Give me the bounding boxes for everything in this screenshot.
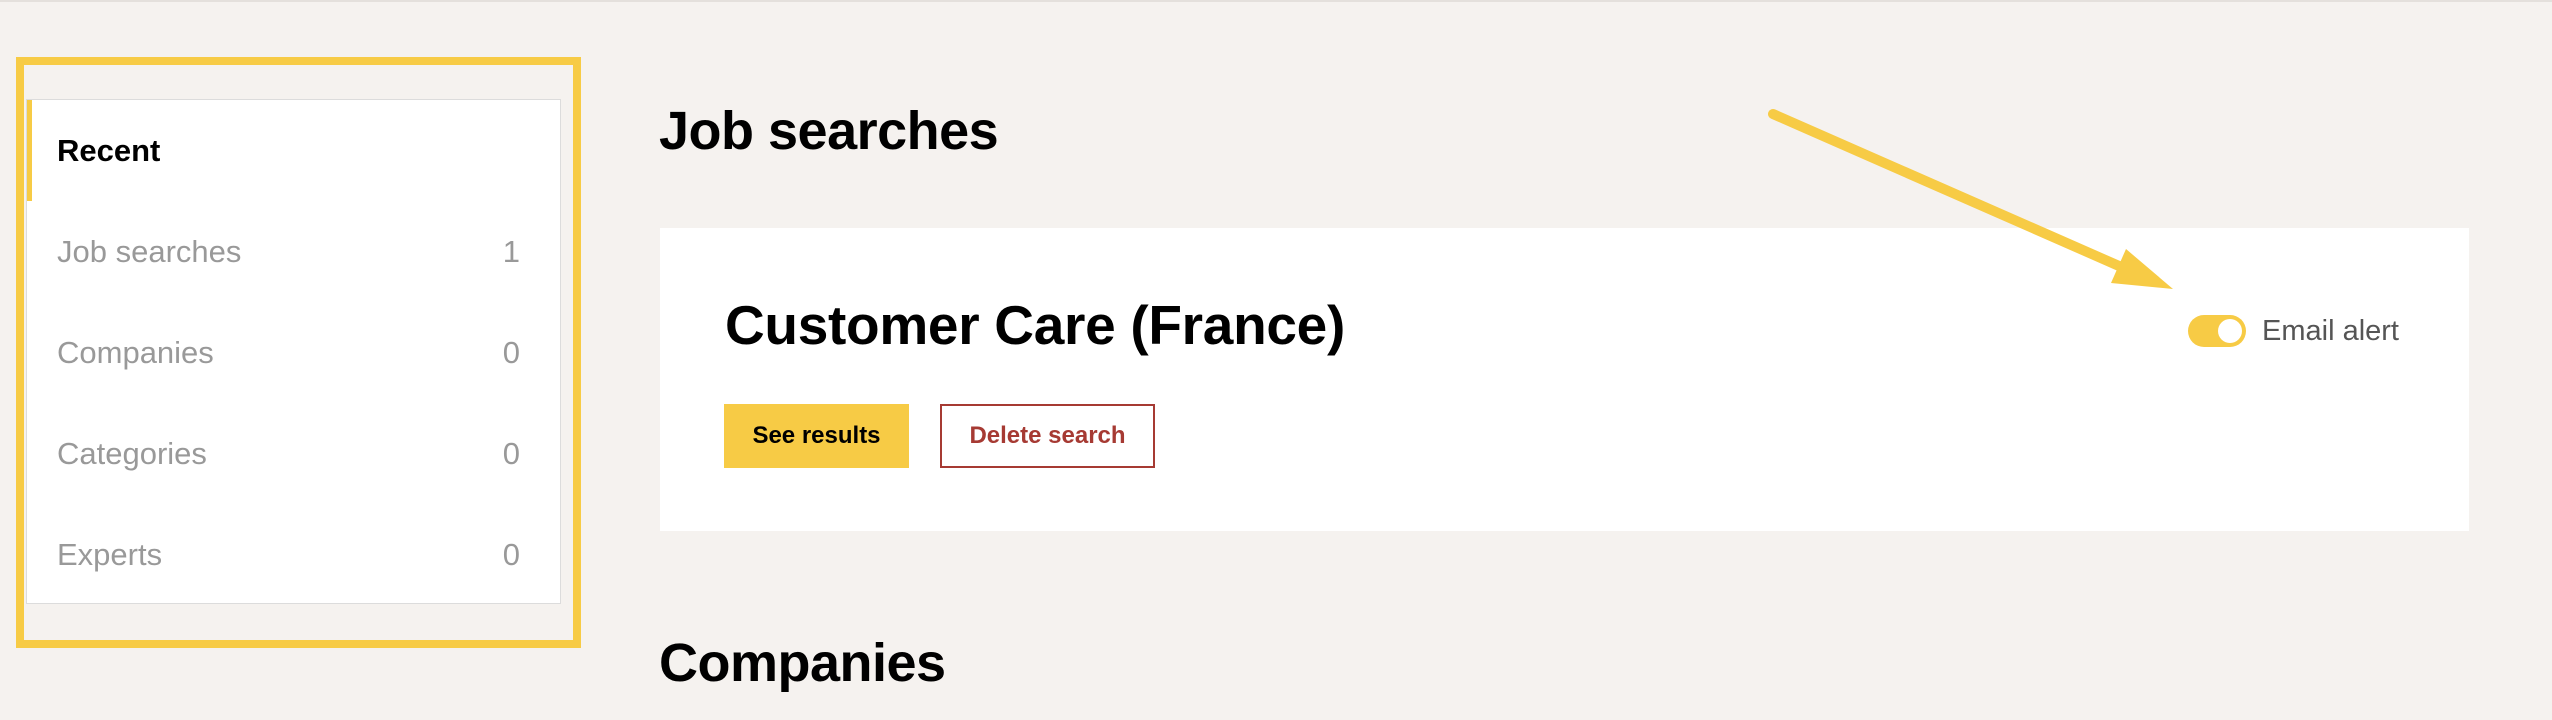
saved-search-title: Customer Care (France) [725, 294, 1345, 356]
sidebar-item-recent[interactable]: Recent [27, 100, 560, 201]
sidebar-item-label: Experts [57, 536, 163, 572]
toggle-knob [2218, 319, 2242, 343]
companies-heading: Companies [659, 633, 946, 693]
email-alert-toggle[interactable]: Email alert [2188, 308, 2399, 354]
sidebar-item-label: Categories [57, 435, 207, 471]
job-searches-heading: Job searches [659, 101, 999, 161]
delete-search-button[interactable]: Delete search [940, 404, 1155, 468]
sidebar-item-count: 0 [502, 334, 520, 370]
saved-search-card: Customer Care (France) Email alert See r… [660, 228, 2469, 531]
sidebar-item-count: 1 [502, 233, 520, 269]
sidebar-item-label: Recent [57, 132, 161, 168]
sidebar-item-categories[interactable]: Categories 0 [27, 403, 560, 504]
top-divider [0, 0, 2552, 2]
sidebar-item-count: 0 [502, 536, 520, 572]
toggle-switch[interactable] [2188, 315, 2246, 347]
sidebar: Recent Job searches 1 Companies 0 Catego… [26, 99, 561, 604]
sidebar-item-label: Companies [57, 334, 214, 370]
see-results-button[interactable]: See results [724, 404, 909, 468]
sidebar-item-label: Job searches [57, 233, 242, 269]
sidebar-item-experts[interactable]: Experts 0 [27, 504, 560, 605]
sidebar-item-companies[interactable]: Companies 0 [27, 302, 560, 403]
sidebar-item-job-searches[interactable]: Job searches 1 [27, 201, 560, 302]
sidebar-item-count: 0 [502, 435, 520, 471]
email-alert-label: Email alert [2262, 314, 2399, 347]
